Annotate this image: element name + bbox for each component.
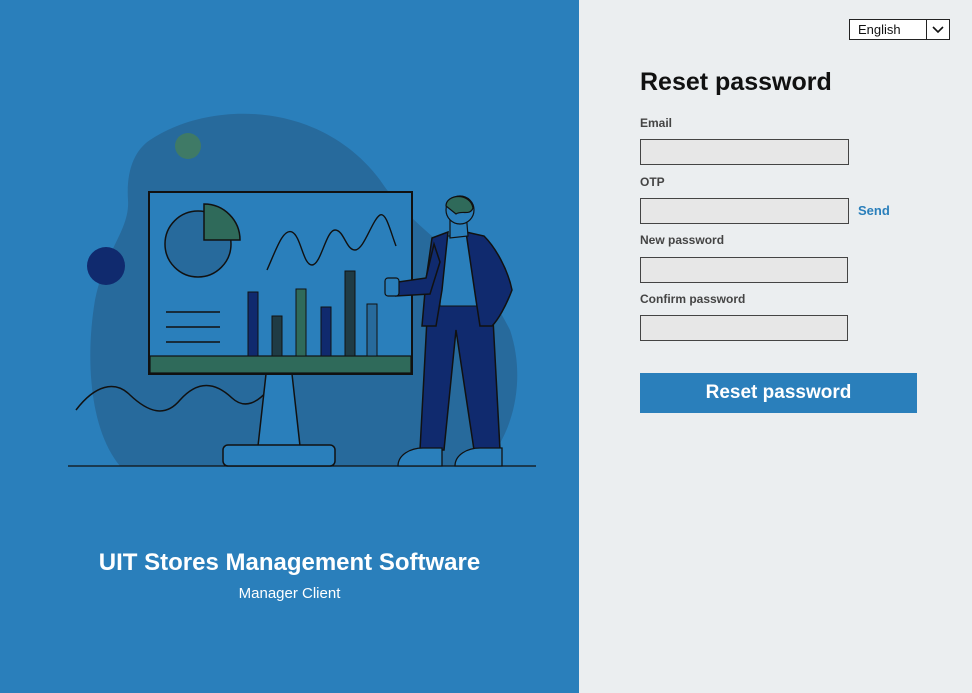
language-select[interactable]: English [849,19,950,40]
branding-panel: UIT Stores Management Software Manager C… [0,0,579,693]
reset-password-button[interactable]: Reset password [640,373,917,413]
send-otp-link[interactable]: Send [858,203,890,218]
page-title: Reset password [640,68,832,96]
otp-field[interactable] [640,198,849,224]
confirm-password-field[interactable] [640,315,848,341]
language-select-value: English [858,22,901,37]
presentation-illustration [68,113,536,467]
app-title: UIT Stores Management Software [98,549,481,576]
email-field[interactable] [640,139,849,165]
confirm-password-label: Confirm password [640,292,746,306]
new-password-field[interactable] [640,257,848,283]
app-subtitle: Manager Client [238,585,341,602]
otp-label: OTP [640,175,665,189]
form-panel [579,0,972,693]
new-password-label: New password [640,233,725,247]
chevron-down-icon[interactable] [926,20,949,39]
email-label: Email [640,116,673,130]
